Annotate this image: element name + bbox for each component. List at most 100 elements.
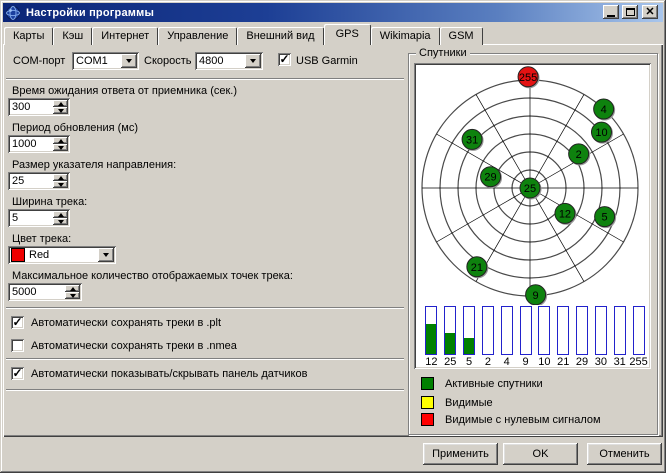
checkbox-label: Автоматически сохранять треки в .nmea [31,340,237,352]
satellite-id: 29 [484,172,496,184]
signal-bar-col-29: 29 [573,306,592,368]
field-label: Ширина трека: [12,196,87,208]
spin-down-icon[interactable] [53,181,68,188]
spinner-5000[interactable]: 5000 [8,283,82,301]
field-label: Максимальное количество отображаемых точ… [12,270,293,282]
signal-bar [501,306,513,355]
spinner-1000[interactable]: 1000 [8,135,70,153]
chevron-down-icon[interactable] [121,54,137,68]
tab-gsm[interactable]: GSM [440,27,483,45]
field-label: Размер указателя направления: [12,159,176,171]
satellite-id: 31 [466,134,478,146]
signal-bar-label: 9 [522,356,528,368]
tab-интернет[interactable]: Интернет [92,27,158,45]
signal-bar-label: 2 [485,356,491,368]
spinner-5[interactable]: 5 [8,209,70,227]
signal-bar-col-255: 255 [629,306,648,368]
tab-wikimapia[interactable]: Wikimapia [371,27,440,45]
field-label: Период обновления (мс) [12,122,138,134]
usb-garmin-checkbox[interactable]: ✓ [278,53,291,66]
spinner-buttons [65,285,80,299]
apply-button[interactable]: Применить [423,443,498,465]
spin-up-icon[interactable] [53,211,68,218]
spin-down-icon[interactable] [53,107,68,114]
tab-кэш[interactable]: Кэш [53,27,92,45]
window-title: Настройки программы [26,7,154,19]
spinner-buttons [53,211,68,225]
chevron-down-icon[interactable] [98,248,114,262]
legend-swatch [421,413,434,426]
spinner-value: 25 [12,175,24,187]
satellite-id: 2 [576,149,582,161]
legend-item-0: Активные спутники [421,377,543,390]
signal-bar-label: 255 [629,356,647,368]
spin-up-icon[interactable] [65,285,80,292]
auto-checkbox-1[interactable] [11,339,24,352]
com-port-combobox[interactable]: COM1 [72,52,139,70]
track-color-combobox[interactable]: Red [8,246,116,264]
maximize-button[interactable] [622,5,638,19]
auto-checkbox-0[interactable]: ✓ [11,316,24,329]
signal-bar-col-10: 10 [535,306,554,368]
tab-карты[interactable]: Карты [4,27,53,45]
spinner-25[interactable]: 25 [8,172,70,190]
legend-item-2: Видимые с нулевым сигналом [421,413,601,426]
spin-up-icon[interactable] [53,100,68,107]
auto-checkbox-2[interactable]: ✓ [11,367,24,380]
spinner-300[interactable]: 300 [8,98,70,116]
check-icon: ✓ [12,317,22,328]
close-icon: ✕ [645,7,654,17]
signal-bar-label: 12 [425,356,437,368]
satellite-id: 25 [524,183,536,195]
tab-bar: КартыКэшИнтернетУправлениеВнешний видGPS… [4,24,483,45]
signal-bar-col-30: 30 [591,306,610,368]
gps-tab-page: COM-порт COM1 Скорость 4800 ✓ USB Garmin… [3,44,663,437]
chevron-down-icon[interactable] [245,54,261,68]
signal-bar [633,306,645,355]
separator [6,358,404,360]
checkbox-label: Автоматически показывать/скрывать панель… [31,368,307,380]
satellite-id: 4 [601,104,607,116]
spinner-value: 1000 [12,138,36,150]
satellite-id: 255 [519,72,537,84]
signal-bar-label: 31 [614,356,626,368]
radar-spoke [530,188,584,282]
satellites-group-title: Спутники [416,47,470,59]
check-icon: ✓ [279,54,289,65]
cancel-button[interactable]: Отменить [587,443,662,465]
spinner-value: 5000 [12,286,36,298]
close-button[interactable]: ✕ [642,5,658,19]
signal-bar [463,306,475,355]
tab-gps[interactable]: GPS [324,24,371,45]
legend-item-1: Видимые [421,396,493,409]
signal-bar [444,306,456,355]
spin-up-icon[interactable] [53,174,68,181]
satellite-id: 21 [471,262,483,274]
tab-внешний-вид[interactable]: Внешний вид [237,27,323,45]
speed-combobox[interactable]: 4800 [195,52,263,70]
signal-bar-col-31: 31 [610,306,629,368]
signal-bar-label: 30 [595,356,607,368]
satellite-skyplot: 2554102312925125219 [414,63,651,305]
signal-bar [538,306,550,355]
speed-label: Скорость [144,55,192,67]
track-color-value: Red [29,249,49,261]
signal-bar-fill [426,324,436,354]
title-bar[interactable]: Настройки программы [3,3,663,22]
spin-down-icon[interactable] [65,292,80,299]
satellite-id: 5 [602,212,608,224]
spin-down-icon[interactable] [53,218,68,225]
separator [6,78,404,80]
signal-bars: 122552491021293031255 [422,306,648,368]
tab-управление[interactable]: Управление [158,27,237,45]
signal-bar-fill [445,333,455,354]
legend-label: Видимые с нулевым сигналом [445,414,601,426]
satellite-id: 10 [595,127,607,139]
spinner-buttons [53,174,68,188]
settings-dialog: Настройки программы ✕ КартыКэшИнтернетУп… [0,0,666,473]
spin-up-icon[interactable] [53,137,68,144]
spin-down-icon[interactable] [53,144,68,151]
minimize-button[interactable] [603,5,619,19]
legend-label: Активные спутники [445,378,543,390]
ok-button[interactable]: OK [503,443,578,465]
